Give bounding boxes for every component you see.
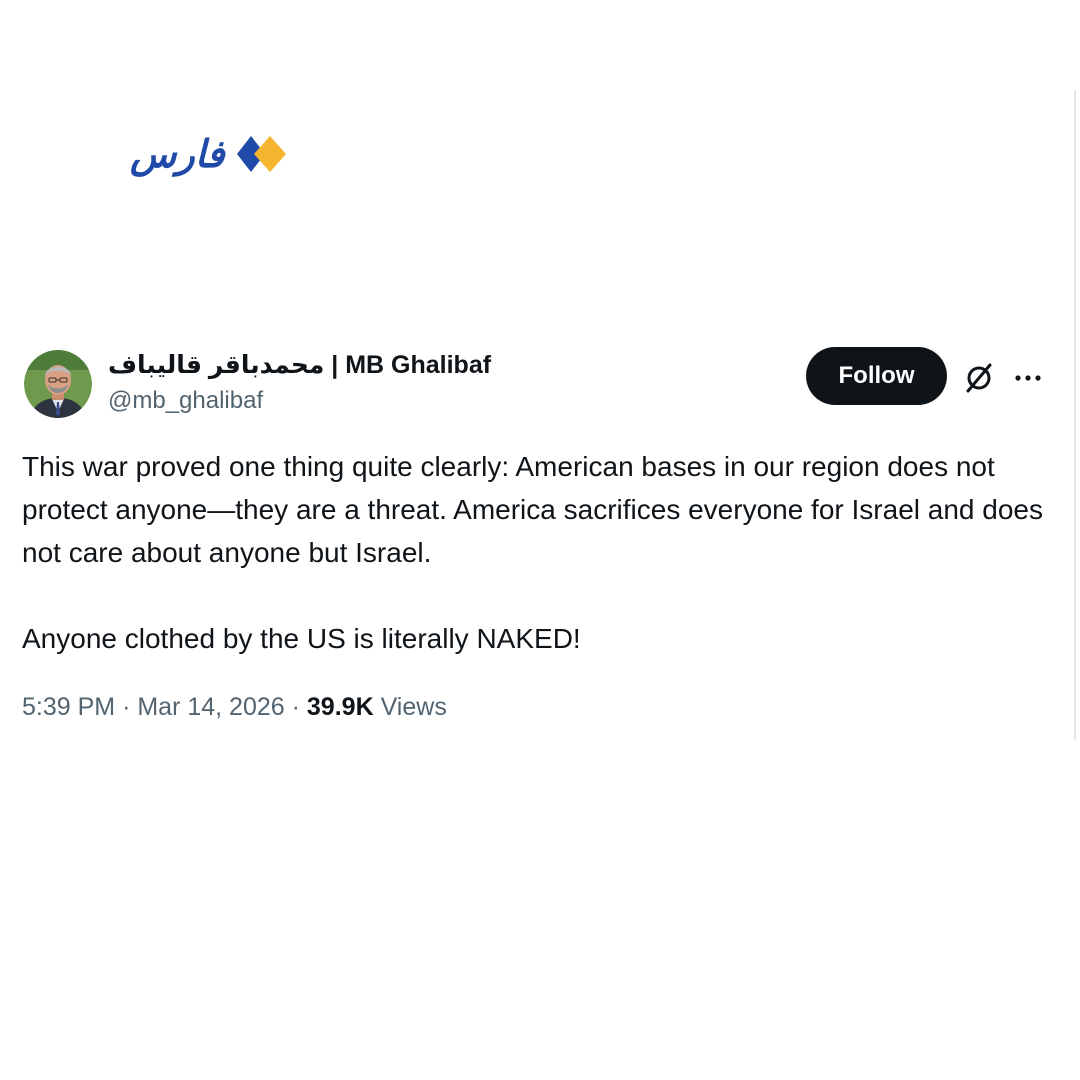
tweet-date[interactable]: Mar 14, 2026 bbox=[137, 693, 284, 721]
fars-diamond-icon bbox=[237, 136, 287, 172]
meta-separator: · bbox=[291, 693, 300, 721]
tweet-time[interactable]: 5:39 PM bbox=[22, 693, 115, 721]
fars-logo-wordmark: فارس bbox=[130, 132, 225, 176]
views-count[interactable]: 39.9K bbox=[307, 693, 374, 721]
author-handle[interactable]: @mb_ghalibaf bbox=[108, 385, 491, 417]
fars-logo: فارس bbox=[130, 126, 288, 182]
avatar[interactable] bbox=[24, 350, 92, 418]
follow-button[interactable]: Follow bbox=[806, 347, 947, 405]
tweet-text: This war proved one thing quite clearly:… bbox=[22, 445, 1062, 660]
tweet-meta: 5:39 PM · Mar 14, 2026 · 39.9K Views bbox=[22, 690, 447, 724]
grok-icon[interactable] bbox=[962, 361, 996, 395]
scroll-edge bbox=[1074, 90, 1076, 740]
author-display-name[interactable]: محمدباقر قالیباف | MB Ghalibaf bbox=[108, 349, 491, 381]
meta-separator: · bbox=[122, 693, 131, 721]
tweet-paragraph-2: Anyone clothed by the US is literally NA… bbox=[22, 623, 581, 654]
author-block: محمدباقر قالیباف | MB Ghalibaf @mb_ghali… bbox=[108, 349, 491, 417]
views-label: Views bbox=[380, 693, 447, 721]
tweet-paragraph-1: This war proved one thing quite clearly:… bbox=[22, 451, 1043, 568]
more-options-icon[interactable] bbox=[1012, 363, 1044, 393]
